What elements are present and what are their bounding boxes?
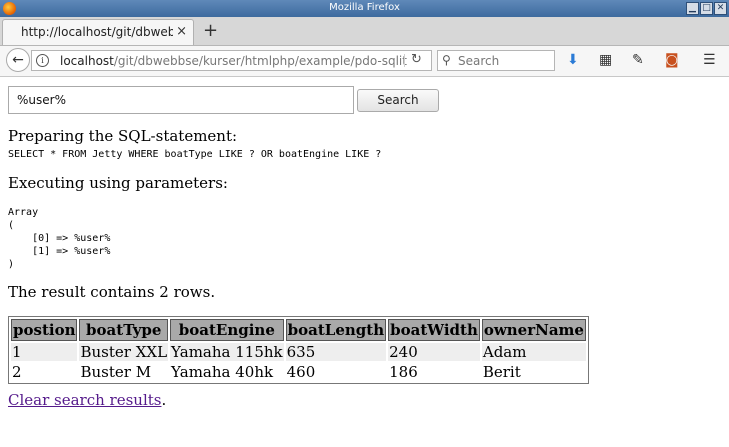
executing-heading: Executing using parameters: [8, 174, 228, 192]
params-dump: Array ( [0] => %user% [1] => %user% ) [8, 207, 111, 270]
clear-link-suffix: . [161, 391, 167, 409]
result-count: The result contains 2 rows. [8, 283, 216, 301]
tab-title: http://localhost/git/dbwebbse/kurser/htm… [21, 25, 173, 39]
column-header: postion [11, 319, 78, 341]
url-path: /git/dbwebbse/kurser/htmlphp/example/pdo… [113, 54, 407, 68]
sql-statement: SELECT * FROM Jetty WHERE boatType LIKE … [8, 149, 382, 160]
clear-search-link[interactable]: Clear search results [8, 391, 161, 409]
search-placeholder: Search [458, 54, 500, 68]
table-header-row: postion boatType boatEngine boatLength b… [11, 319, 586, 341]
tab-active[interactable]: http://localhost/git/dbwebbse/kurser/htm… [2, 19, 194, 45]
url-bar[interactable]: i localhost/git/dbwebbse/kurser/htmlphp/… [31, 50, 432, 71]
minimize-icon[interactable]: ▁ [686, 2, 699, 15]
table-row: 1 Buster XXL Yamaha 115hk 635 240 Adam [11, 343, 586, 361]
tab-close-icon[interactable]: × [176, 24, 187, 39]
keyboard-icon[interactable]: ▦ [599, 52, 612, 68]
table-cell: 1 [11, 343, 78, 361]
table-cell: Adam [481, 343, 586, 361]
arrow-left-icon: ← [12, 52, 24, 68]
preparing-heading: Preparing the SQL-statement: [8, 127, 238, 145]
table-cell: 240 [388, 343, 480, 361]
window-titlebar: Mozilla Firefox ▁ □ ✕ [0, 0, 729, 17]
table-cell: 186 [389, 363, 418, 381]
search-icon: ⚲ [442, 53, 451, 67]
table-cell: Yamaha 115hk [170, 343, 284, 361]
menu-icon[interactable]: ☰ [703, 52, 716, 68]
search-button[interactable]: Search [357, 89, 439, 112]
url-separator [404, 54, 405, 67]
column-header: ownerName [481, 319, 586, 341]
table-cell: 635 [285, 343, 387, 361]
tab-strip: http://localhost/git/dbwebbse/kurser/htm… [0, 17, 729, 46]
table-cell: Yamaha 40hk [171, 363, 274, 381]
column-header: boatWidth [388, 319, 480, 341]
new-tab-button[interactable]: + [203, 20, 218, 41]
table-cell: Buster XXL [79, 343, 169, 361]
eyedropper-icon[interactable]: ✎ [632, 52, 644, 68]
navigation-bar: ← i localhost/git/dbwebbse/kurser/htmlph… [0, 46, 729, 77]
column-header: boatLength [285, 319, 387, 341]
page-content: %user% Search Preparing the SQL-statemen… [0, 77, 729, 447]
download-icon[interactable]: ⬇ [567, 52, 579, 68]
search-input[interactable]: %user% [8, 86, 354, 114]
close-window-icon[interactable]: ✕ [714, 2, 727, 15]
browser-search-box[interactable]: ⚲ Search [437, 50, 555, 71]
window-title: Mozilla Firefox [329, 2, 400, 13]
url-text: localhost/git/dbwebbse/kurser/htmlphp/ex… [60, 54, 407, 68]
column-header: boatType [79, 319, 169, 341]
back-button[interactable]: ← [6, 48, 30, 72]
info-icon[interactable]: i [36, 54, 49, 67]
url-host: localhost [60, 54, 114, 68]
column-header: boatEngine [170, 319, 284, 341]
table-cell: 460 [286, 363, 316, 381]
extension-icon[interactable]: ◙ [665, 52, 679, 68]
reload-icon[interactable]: ↻ [411, 52, 422, 67]
table-cell: Buster M [80, 363, 152, 381]
clear-results-line: Clear search results. [8, 391, 166, 409]
table-row: 2 Buster M Yamaha 40hk 460 186 Berit [11, 363, 586, 381]
maximize-icon[interactable]: □ [700, 2, 713, 15]
table-cell: Berit [482, 363, 521, 381]
table-cell: 2 [12, 363, 22, 381]
result-table: postion boatType boatEngine boatLength b… [8, 316, 589, 384]
